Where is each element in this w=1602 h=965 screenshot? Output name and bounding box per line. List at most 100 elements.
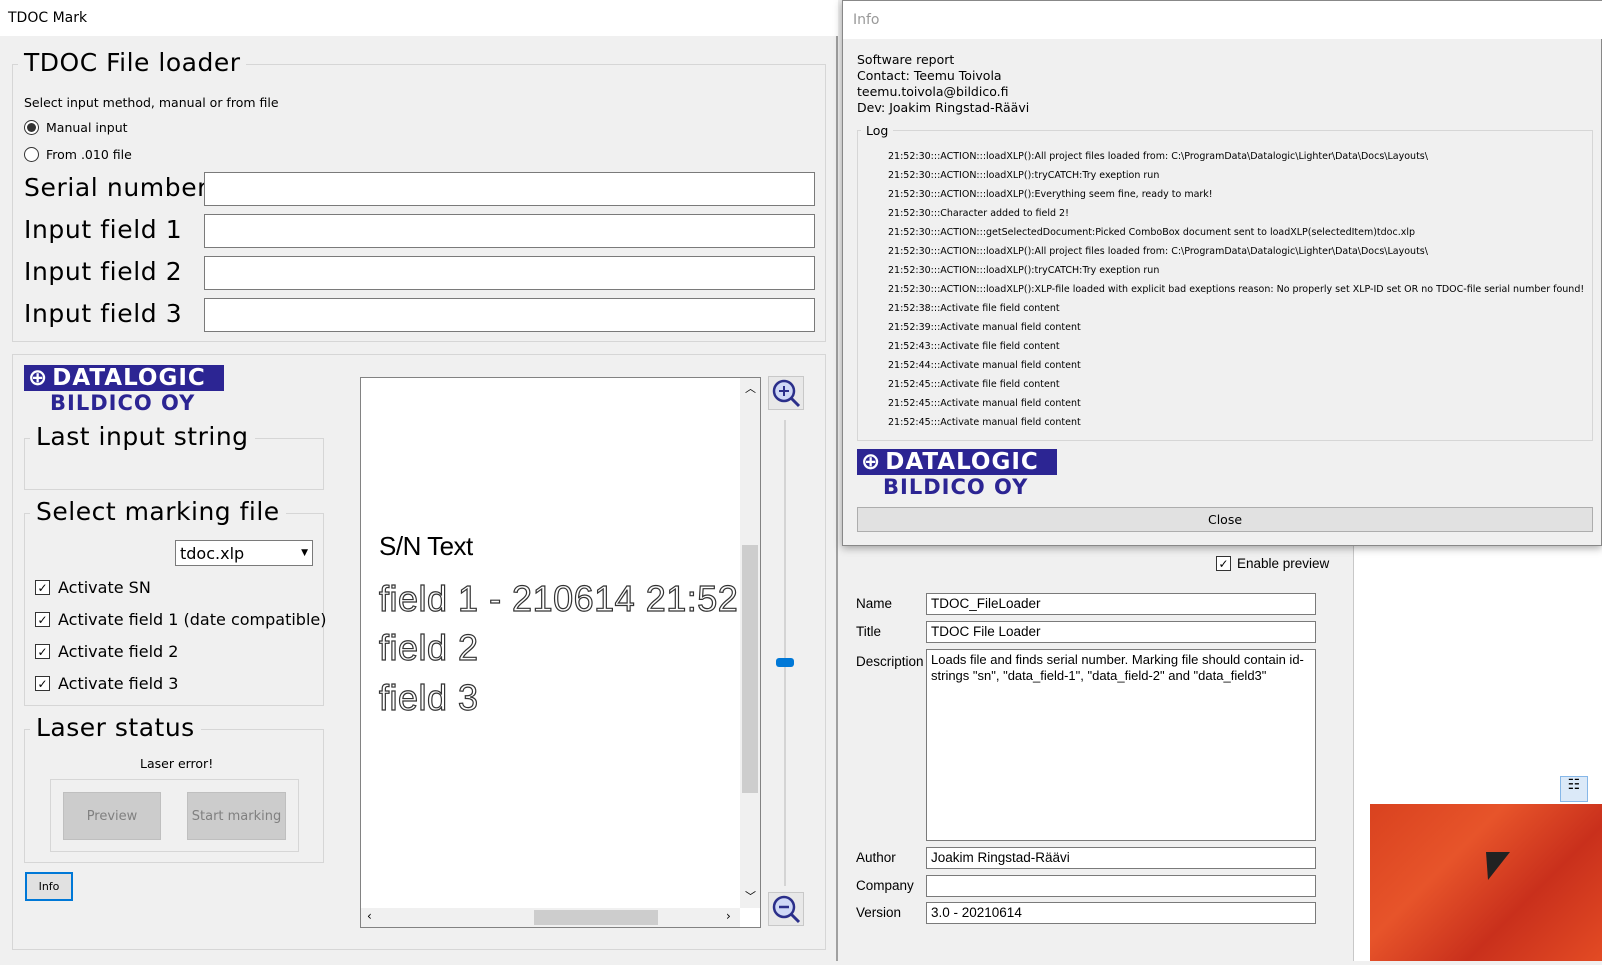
zoom-in-icon	[772, 379, 801, 408]
company-input[interactable]	[926, 875, 1316, 897]
datalogic-logo-icon: ⊕	[28, 365, 49, 391]
activate-field-3-label: Activate field 3	[58, 674, 179, 693]
radio-unselected-icon	[24, 147, 39, 162]
close-button[interactable]: Close	[857, 507, 1593, 532]
log-line: 21:52:30:::ACTION:::loadXLP():tryCATCH:T…	[888, 170, 1160, 181]
title-input[interactable]: TDOC File Loader	[926, 621, 1316, 643]
description-label: Description	[856, 654, 924, 669]
scroll-up-icon[interactable]: ︿	[745, 380, 756, 396]
company-label: Company	[856, 878, 914, 893]
file-loader-title: TDOC File loader	[18, 48, 247, 77]
log-line: 21:52:30:::ACTION:::getSelectedDocument:…	[888, 227, 1416, 238]
activate-field-3-checkbox[interactable]: ✓ Activate field 3	[35, 674, 178, 693]
radio-manual-input[interactable]: Manual input	[24, 120, 128, 135]
details-view-icon[interactable]: ☷	[1560, 776, 1588, 802]
input-field-3-label: Input field 3	[24, 299, 183, 328]
zoom-in-button[interactable]	[768, 376, 804, 410]
log-line: 21:52:45:::Activate manual field content	[888, 398, 1081, 409]
vertical-scrollbar[interactable]: ︿ ﹀	[740, 378, 760, 908]
info-line-email: teemu.toivola@bildico.fi	[857, 84, 1009, 99]
input-method-instruction: Select input method, manual or from file	[24, 95, 279, 110]
activate-field-2-label: Activate field 2	[58, 642, 179, 661]
zoom-slider-thumb[interactable]	[776, 658, 794, 667]
name-input[interactable]: TDOC_FileLoader	[926, 593, 1316, 615]
window-title: TDOC Mark	[8, 10, 88, 26]
preview-sn-text: S/N Text	[379, 531, 473, 561]
activate-field-1-label: Activate field 1 (date compatible)	[58, 610, 327, 629]
info-datalogic-logo-text: DATALOGIC	[885, 449, 1039, 475]
vertical-scroll-thumb[interactable]	[742, 545, 758, 793]
author-label: Author	[856, 850, 896, 865]
check-icon: ✓	[35, 612, 50, 627]
input-field-1[interactable]	[204, 214, 815, 248]
horizontal-scrollbar[interactable]: ‹ ›	[361, 908, 740, 927]
input-field-2-label: Input field 2	[24, 257, 183, 286]
info-line-report: Software report	[857, 52, 955, 67]
wallpaper-shape-icon	[1486, 852, 1510, 880]
radio-file-label: From .010 file	[46, 147, 132, 162]
check-icon: ✓	[35, 676, 50, 691]
enable-preview-label: Enable preview	[1237, 556, 1330, 571]
info-title-bar	[843, 1, 1602, 39]
datalogic-logo-text: DATALOGIC	[52, 365, 206, 391]
input-field-3[interactable]	[204, 298, 815, 332]
info-datalogic-logo: ⊕ DATALOGIC	[857, 449, 1057, 475]
name-label: Name	[856, 596, 893, 611]
main-window: TDOC Mark TDOC File loader Select input …	[0, 0, 838, 961]
datalogic-logo-icon: ⊕	[861, 449, 882, 475]
log-line: 21:52:30:::ACTION:::loadXLP():Everything…	[888, 189, 1213, 200]
check-icon: ✓	[35, 580, 50, 595]
zoom-slider-track[interactable]	[784, 420, 786, 886]
description-textarea[interactable]: Loads file and finds serial number. Mark…	[926, 649, 1316, 841]
log-line: 21:52:44:::Activate manual field content	[888, 360, 1081, 371]
info-line-contact: Contact: Teemu Toivola	[857, 68, 1002, 83]
preview-button[interactable]: Preview	[63, 792, 161, 840]
info-button[interactable]: Info	[25, 872, 73, 901]
input-field-2[interactable]	[204, 256, 815, 290]
info-line-dev: Dev: Joakim Ringstad-Räävi	[857, 100, 1030, 115]
version-input[interactable]: 3.0 - 20210614	[926, 902, 1316, 924]
activate-field-1-checkbox[interactable]: ✓ Activate field 1 (date compatible)	[35, 610, 326, 629]
scroll-left-icon[interactable]: ‹	[367, 909, 372, 923]
log-line: 21:52:30:::ACTION:::loadXLP():XLP-file l…	[888, 284, 1585, 295]
horizontal-scroll-thumb[interactable]	[534, 910, 658, 925]
preview-field-2: field 2	[378, 626, 479, 668]
input-field-1-label: Input field 1	[24, 215, 183, 244]
properties-panel: ✓ Enable preview Name TDOC_FileLoader Ti…	[842, 546, 1354, 961]
serial-number-label: Serial number	[24, 173, 209, 202]
radio-selected-icon	[24, 120, 39, 135]
zoom-out-button[interactable]	[768, 892, 804, 926]
chevron-down-icon: ▼	[301, 548, 308, 558]
activate-field-2-checkbox[interactable]: ✓ Activate field 2	[35, 642, 178, 661]
log-title: Log	[861, 123, 894, 138]
log-line: 21:52:30:::ACTION:::loadXLP():tryCATCH:T…	[888, 265, 1160, 276]
last-input-title: Last input string	[30, 422, 255, 451]
laser-status-text: Laser error!	[140, 756, 214, 771]
author-input[interactable]: Joakim Ringstad-Räävi	[926, 847, 1316, 869]
log-line: 21:52:30:::Character added to field 2!	[888, 208, 1069, 219]
check-icon: ✓	[35, 644, 50, 659]
info-bildico-logo-text: BILDICO OY	[883, 475, 1029, 499]
log-line: 21:52:39:::Activate manual field content	[888, 322, 1081, 333]
info-dialog-title: Info	[853, 12, 880, 28]
title-label: Title	[856, 624, 882, 639]
laser-status-title: Laser status	[30, 713, 201, 742]
datalogic-logo: ⊕ DATALOGIC	[24, 365, 224, 391]
activate-sn-checkbox[interactable]: ✓ Activate SN	[35, 578, 151, 597]
preview-canvas[interactable]: S/N Text field 1 - 210614 21:52 field 2 …	[360, 377, 761, 928]
bildico-logo-text: BILDICO OY	[50, 391, 196, 415]
enable-preview-checkbox[interactable]: ✓ Enable preview	[1216, 556, 1329, 571]
scroll-right-icon[interactable]: ›	[726, 909, 731, 923]
serial-number-input[interactable]	[204, 172, 815, 206]
radio-from-file[interactable]: From .010 file	[24, 147, 132, 162]
marking-file-select[interactable]: tdoc.xlp ▼	[175, 540, 313, 566]
desktop-wallpaper	[1370, 804, 1602, 961]
info-dialog: Info Software report Contact: Teemu Toiv…	[842, 0, 1602, 546]
log-line: 21:52:38:::Activate file field content	[888, 303, 1060, 314]
radio-manual-label: Manual input	[46, 120, 128, 135]
start-marking-button[interactable]: Start marking	[187, 792, 286, 840]
log-line: 21:52:45:::Activate manual field content	[888, 417, 1081, 428]
preview-field-1: field 1 - 210614 21:52	[378, 577, 739, 619]
scroll-down-icon[interactable]: ﹀	[745, 888, 756, 904]
activate-sn-label: Activate SN	[58, 578, 151, 597]
